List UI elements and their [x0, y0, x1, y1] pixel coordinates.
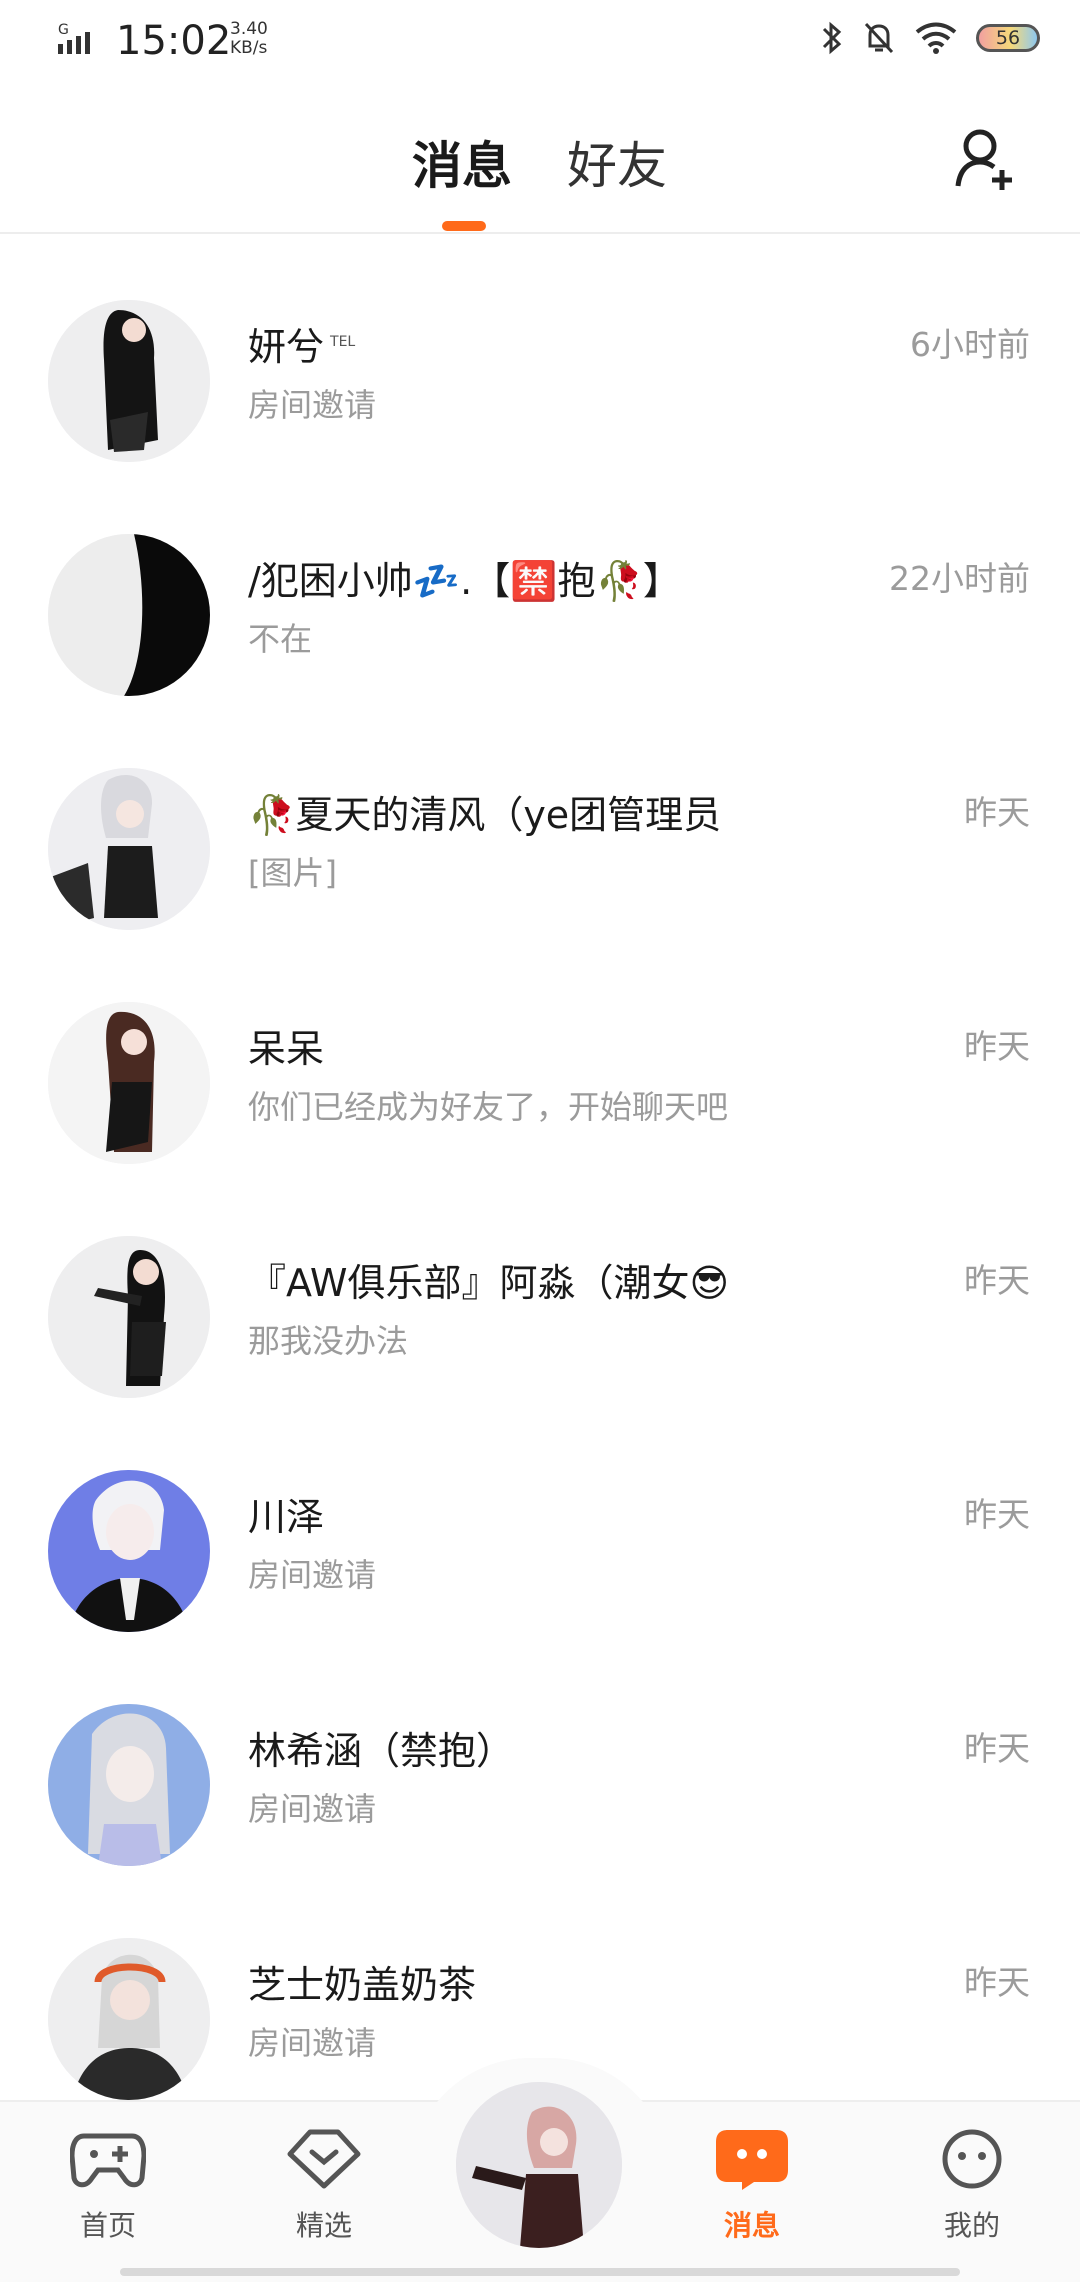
conversation-item[interactable]: 林希涵（禁抱） 房间邀请 昨天 [0, 1638, 1080, 1872]
bluetooth-icon [822, 21, 842, 55]
add-friend-button[interactable] [952, 124, 1022, 194]
network-speed: 3.40 KB/s [230, 20, 268, 58]
contact-name: 川泽 [248, 1495, 325, 1539]
chat-bubble-icon [716, 2130, 788, 2190]
contact-name: 芝士奶盖奶茶 [248, 1963, 477, 2007]
message-preview: 房间邀请 [248, 1556, 377, 1594]
message-time: 昨天 [964, 1963, 1030, 2002]
message-time: 昨天 [964, 1729, 1030, 1768]
avatar[interactable] [48, 768, 210, 930]
tel-badge: TEL [330, 334, 356, 351]
add-user-icon [955, 129, 1012, 190]
nav-featured[interactable]: 精选 [254, 2128, 394, 2244]
mute-bell-icon [864, 22, 894, 54]
contact-name: 林希涵（禁抱） [248, 1729, 515, 1773]
speed-unit: KB/s [230, 38, 268, 58]
message-time: 22小时前 [889, 559, 1030, 598]
message-time: 6小时前 [910, 325, 1030, 364]
message-preview: 房间邀请 [248, 386, 377, 424]
conversation-item[interactable]: /犯困小帅💤.【🈲抱🥀】 不在 22小时前 [0, 468, 1080, 702]
avatar[interactable] [48, 1704, 210, 1866]
wifi-icon [915, 22, 957, 54]
message-preview: [图片] [248, 854, 337, 892]
nav-mine[interactable]: 我的 [902, 2128, 1042, 2244]
avatar[interactable] [48, 300, 210, 462]
nav-home[interactable]: 首页 [38, 2128, 178, 2244]
status-icons: 56 [820, 20, 1040, 56]
message-time: 昨天 [964, 1027, 1030, 1066]
network-type: G [58, 22, 69, 38]
nav-home-label: 首页 [79, 2209, 136, 2242]
message-time: 昨天 [964, 793, 1030, 832]
contact-name-text: 妍兮 [248, 325, 325, 369]
avatar[interactable] [48, 1236, 210, 1398]
message-preview: 房间邀请 [248, 2024, 377, 2062]
contact-name: 呆呆 [248, 1027, 325, 1071]
top-header: 消息 好友 [0, 84, 1080, 234]
tab-friends[interactable]: 好友 [567, 126, 667, 198]
message-time: 昨天 [964, 1261, 1030, 1300]
active-tab-indicator [442, 221, 486, 231]
tab-messages[interactable]: 消息 [412, 126, 512, 198]
gamepad-icon [69, 2133, 147, 2188]
avatar[interactable] [48, 1938, 210, 2100]
contact-name: 妍兮 TEL [248, 316, 355, 371]
nav-messages-label: 消息 [723, 2209, 780, 2242]
nav-featured-label: 精选 [295, 2209, 352, 2242]
contact-name: /犯困小帅💤.【🈲抱🥀】 [248, 559, 681, 603]
conversation-item[interactable]: 呆呆 你们已经成为好友了，开始聊天吧 昨天 [0, 936, 1080, 1170]
message-preview: 不在 [248, 620, 313, 658]
conversation-item[interactable]: 川泽 房间邀请 昨天 [0, 1404, 1080, 1638]
nav-messages[interactable]: 消息 [682, 2128, 822, 2244]
contact-name: 『AW俱乐部』阿淼（潮女😎 [248, 1261, 730, 1305]
conversation-item[interactable]: 🥀夏天的清风（ye团管理员 [图片] 昨天 [0, 702, 1080, 936]
status-bar: G 15:02 3.40 KB/s 56 [0, 0, 1080, 84]
speed-value: 3.40 [230, 19, 268, 39]
avatar[interactable] [48, 1002, 210, 1164]
avatar[interactable] [48, 1470, 210, 1632]
message-preview: 房间邀请 [248, 1790, 377, 1828]
conversation-item[interactable]: 『AW俱乐部』阿淼（潮女😎 那我没办法 昨天 [0, 1170, 1080, 1404]
center-avatar-button[interactable] [456, 2082, 622, 2248]
contact-name: 🥀夏天的清风（ye团管理员 [248, 793, 722, 837]
face-icon [942, 2129, 1002, 2189]
battery-icon: 56 [976, 24, 1040, 52]
conversation-item[interactable]: 妍兮 TEL 房间邀请 6小时前 [0, 234, 1080, 468]
message-time: 昨天 [964, 1495, 1030, 1534]
nav-mine-label: 我的 [943, 2209, 1000, 2242]
heart-badge-icon [287, 2129, 361, 2189]
clock: 15:02 [116, 18, 232, 64]
home-indicator[interactable] [120, 2268, 960, 2276]
signal-icon: G [58, 20, 106, 64]
message-preview: 你们已经成为好友了，开始聊天吧 [248, 1088, 729, 1126]
avatar[interactable] [48, 534, 210, 696]
message-preview: 那我没办法 [248, 1322, 409, 1360]
